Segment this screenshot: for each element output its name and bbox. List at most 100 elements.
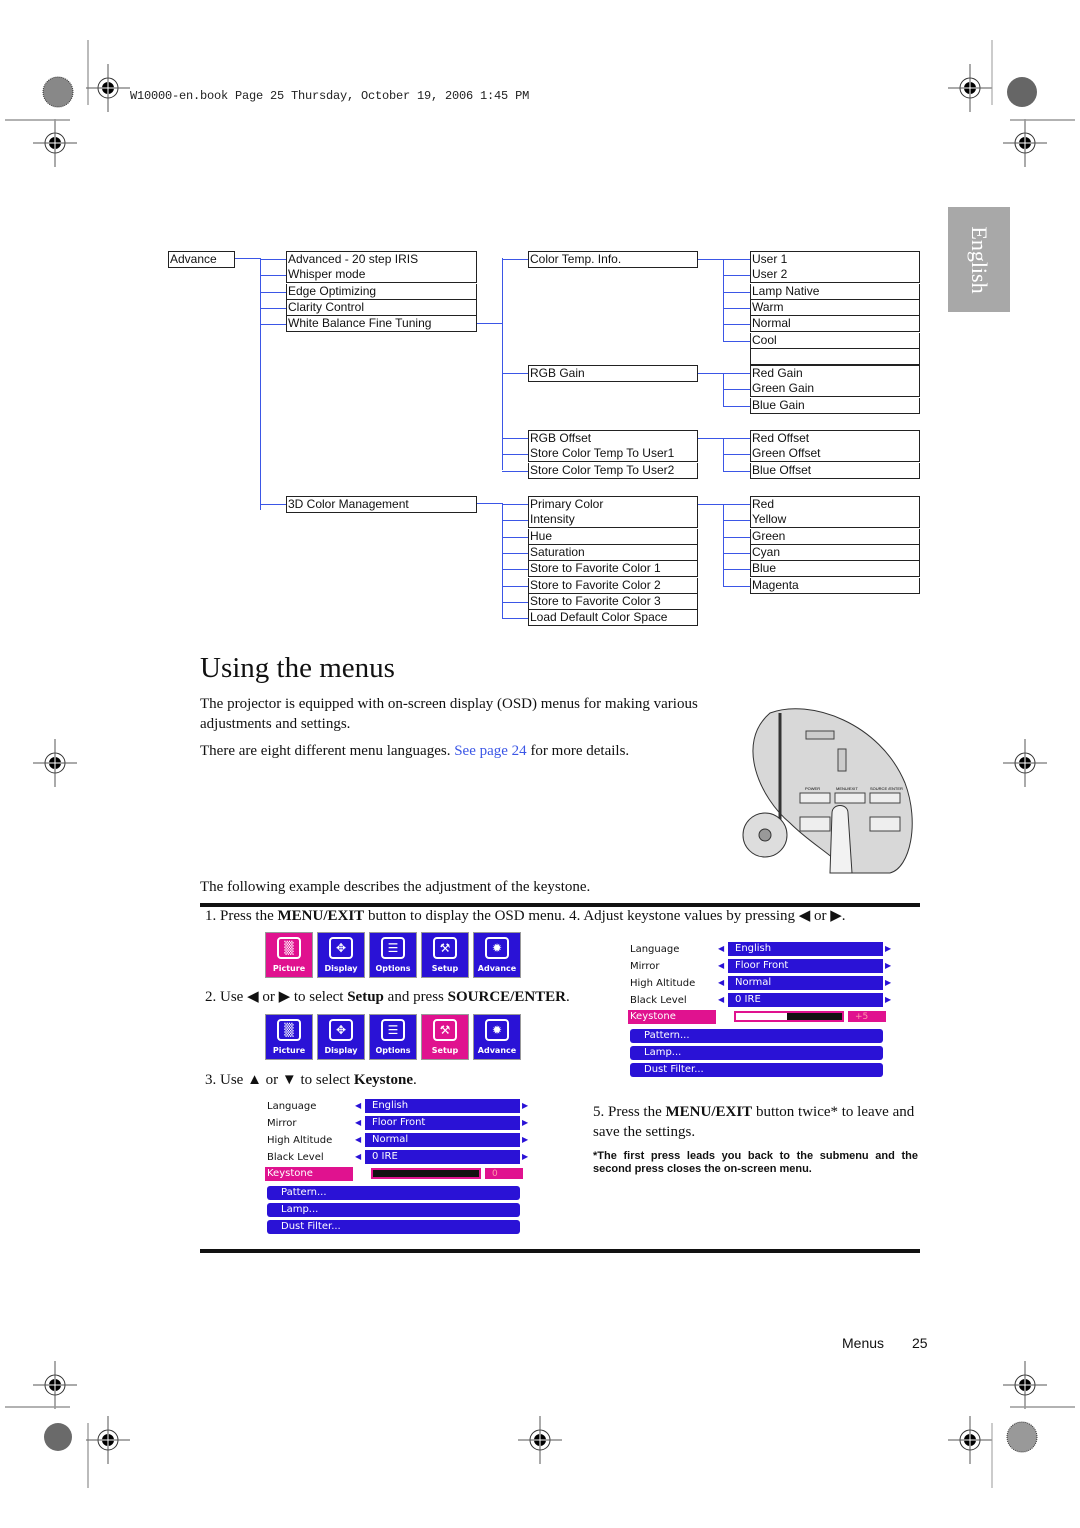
left-arrow-icon[interactable]: ◀: [718, 961, 724, 970]
left-arrow-icon[interactable]: ◀: [355, 1152, 361, 1161]
tree-connector: [723, 536, 750, 538]
tree-connector: [723, 340, 750, 342]
tree-node: Primary Color: [528, 496, 698, 513]
osd-row-label: Keystone: [628, 1010, 716, 1024]
osd-submenu-lamp[interactable]: Lamp...: [630, 1046, 883, 1060]
tree-connector: [260, 258, 261, 510]
left-arrow-icon[interactable]: ◀: [355, 1118, 361, 1127]
right-arrow-icon[interactable]: ▶: [885, 944, 891, 953]
osd-row-label: High Altitude: [267, 1135, 333, 1146]
right-arrow-icon[interactable]: ▶: [885, 995, 891, 1004]
tree-connector: [723, 552, 750, 554]
keystone-slider[interactable]: [734, 1011, 844, 1022]
osd-row-value: English: [365, 1099, 520, 1113]
osd-row-label: Language: [630, 944, 680, 955]
registration-mark-icon: [85, 1415, 131, 1465]
osd-tab-display[interactable]: ✥ Display: [317, 1014, 365, 1060]
osd-row-language[interactable]: Language ◀ English ▶: [265, 1098, 535, 1115]
tree-node: Red: [750, 496, 920, 513]
osd-row-label: Language: [267, 1101, 317, 1112]
left-arrow-icon[interactable]: ◀: [718, 995, 724, 1004]
keystone-slider[interactable]: [371, 1168, 481, 1179]
tree-node: Green Offset: [750, 446, 920, 463]
osd-tab-label: Options: [375, 1046, 411, 1055]
tree-node: Store to Favorite Color 3: [528, 593, 698, 610]
left-arrow-icon[interactable]: ◀: [355, 1135, 361, 1144]
right-arrow-icon[interactable]: ▶: [522, 1135, 528, 1144]
tree-node: Store to Favorite Color 2: [528, 577, 698, 594]
tree-connector: [477, 503, 502, 504]
osd-tab-label: Setup: [431, 964, 459, 973]
tree-connector: [723, 389, 750, 391]
tree-connector: [723, 504, 724, 587]
osd-row-keystone[interactable]: Keystone +5: [628, 1009, 898, 1026]
osd-row-value: 0 IRE: [728, 993, 883, 1007]
osd-row-high-altitude[interactable]: High Altitude ◀ Normal ▶: [265, 1132, 535, 1149]
osd-tab-setup[interactable]: ⚒ Setup: [421, 932, 469, 978]
osd-submenu-dustfilter[interactable]: Dust Filter...: [630, 1063, 883, 1077]
tree-connector: [698, 438, 723, 439]
osd-row-value: Normal: [728, 976, 883, 990]
tree-connector: [477, 323, 502, 324]
right-arrow-icon[interactable]: ▶: [885, 978, 891, 987]
tree-node: Advanced - 20 step IRIS: [286, 251, 477, 268]
osd-row-high-altitude[interactable]: High Altitude ◀ Normal ▶: [628, 975, 898, 992]
step-5: 5. Press the MENU/EXIT button twice* to …: [593, 1104, 915, 1140]
osd-tab-bar-step1: ▒ Picture ✥ Display ☰ Options ⚒ Setup ✹ Advance: [265, 932, 521, 978]
osd-tab-options[interactable]: ☰ Options: [369, 1014, 417, 1060]
osd-submenu-pattern[interactable]: Pattern...: [267, 1186, 520, 1200]
osd-tab-options[interactable]: ☰ Options: [369, 932, 417, 978]
osd-row-black-level[interactable]: Black Level ◀ 0 IRE ▶: [628, 992, 898, 1009]
osd-submenu-lamp[interactable]: Lamp...: [267, 1203, 520, 1217]
tree-node: Green: [750, 528, 920, 545]
osd-tab-picture[interactable]: ▒ Picture: [265, 1014, 313, 1060]
languages-paragraph: There are eight different menu languages…: [200, 743, 630, 759]
osd-row-black-level[interactable]: Black Level ◀ 0 IRE ▶: [265, 1149, 535, 1166]
osd-row-mirror[interactable]: Mirror ◀ Floor Front ▶: [265, 1115, 535, 1132]
tree-connector: [723, 324, 750, 326]
right-arrow-icon[interactable]: ▶: [522, 1101, 528, 1110]
tree-node: Intensity: [528, 512, 698, 529]
left-arrow-icon[interactable]: ◀: [718, 978, 724, 987]
section-rule-bottom: [200, 1249, 920, 1253]
osd-submenu-pattern[interactable]: Pattern...: [630, 1029, 883, 1043]
osd-setup-panel-step3: Language ◀ English ▶ Mirror ◀ Floor Front ▶ High…: [265, 1098, 535, 1234]
footnote: *The first press leads you back to the s…: [593, 1150, 918, 1175]
registration-mark-icon: [1002, 118, 1048, 168]
tree-connector: [502, 618, 528, 620]
tree-node: RGB Offset: [528, 430, 698, 447]
remote-label-power: POWER: [805, 786, 820, 791]
tree-node: Green Gain: [750, 381, 920, 398]
right-arrow-icon[interactable]: ▶: [885, 961, 891, 970]
registration-mark-icon: [32, 1360, 78, 1410]
picture-icon: ▒: [277, 1019, 301, 1041]
osd-tab-advance[interactable]: ✹ Advance: [473, 1014, 521, 1060]
osd-row-language[interactable]: Language ◀ English ▶: [628, 941, 898, 958]
osd-row-mirror[interactable]: Mirror ◀ Floor Front ▶: [628, 958, 898, 975]
language-side-tab-label: English: [967, 225, 992, 294]
osd-row-keystone[interactable]: Keystone 0: [265, 1166, 535, 1183]
tree-connector: [502, 259, 528, 260]
left-arrow-icon[interactable]: ◀: [718, 944, 724, 953]
right-arrow-icon[interactable]: ▶: [522, 1118, 528, 1127]
osd-tab-picture[interactable]: ▒ Picture: [265, 932, 313, 978]
tree-connector: [723, 569, 750, 571]
tree-node: Red Gain: [750, 365, 920, 382]
tree-connector: [235, 258, 260, 259]
tree-node: Cool: [750, 332, 920, 349]
language-side-tab: English: [948, 207, 1010, 312]
osd-tab-bar-step2: ▒ Picture ✥ Display ☰ Options ⚒ Setup ✹ Advance: [265, 1014, 521, 1060]
tree-node: Blue Gain: [750, 397, 920, 414]
osd-submenu-dustfilter[interactable]: Dust Filter...: [267, 1220, 520, 1234]
tree-connector: [502, 585, 528, 587]
left-arrow-icon[interactable]: ◀: [355, 1101, 361, 1110]
tree-connector: [723, 259, 750, 260]
page-title: Using the menus: [200, 652, 395, 684]
tools-icon: ⚒: [433, 937, 457, 959]
right-arrow-icon[interactable]: ▶: [522, 1152, 528, 1161]
see-page-link[interactable]: See page 24: [454, 743, 526, 759]
osd-tab-display[interactable]: ✥ Display: [317, 932, 365, 978]
osd-tab-advance[interactable]: ✹ Advance: [473, 932, 521, 978]
osd-tab-setup[interactable]: ⚒ Setup: [421, 1014, 469, 1060]
tree-node: White Balance Fine Tuning: [286, 316, 477, 333]
